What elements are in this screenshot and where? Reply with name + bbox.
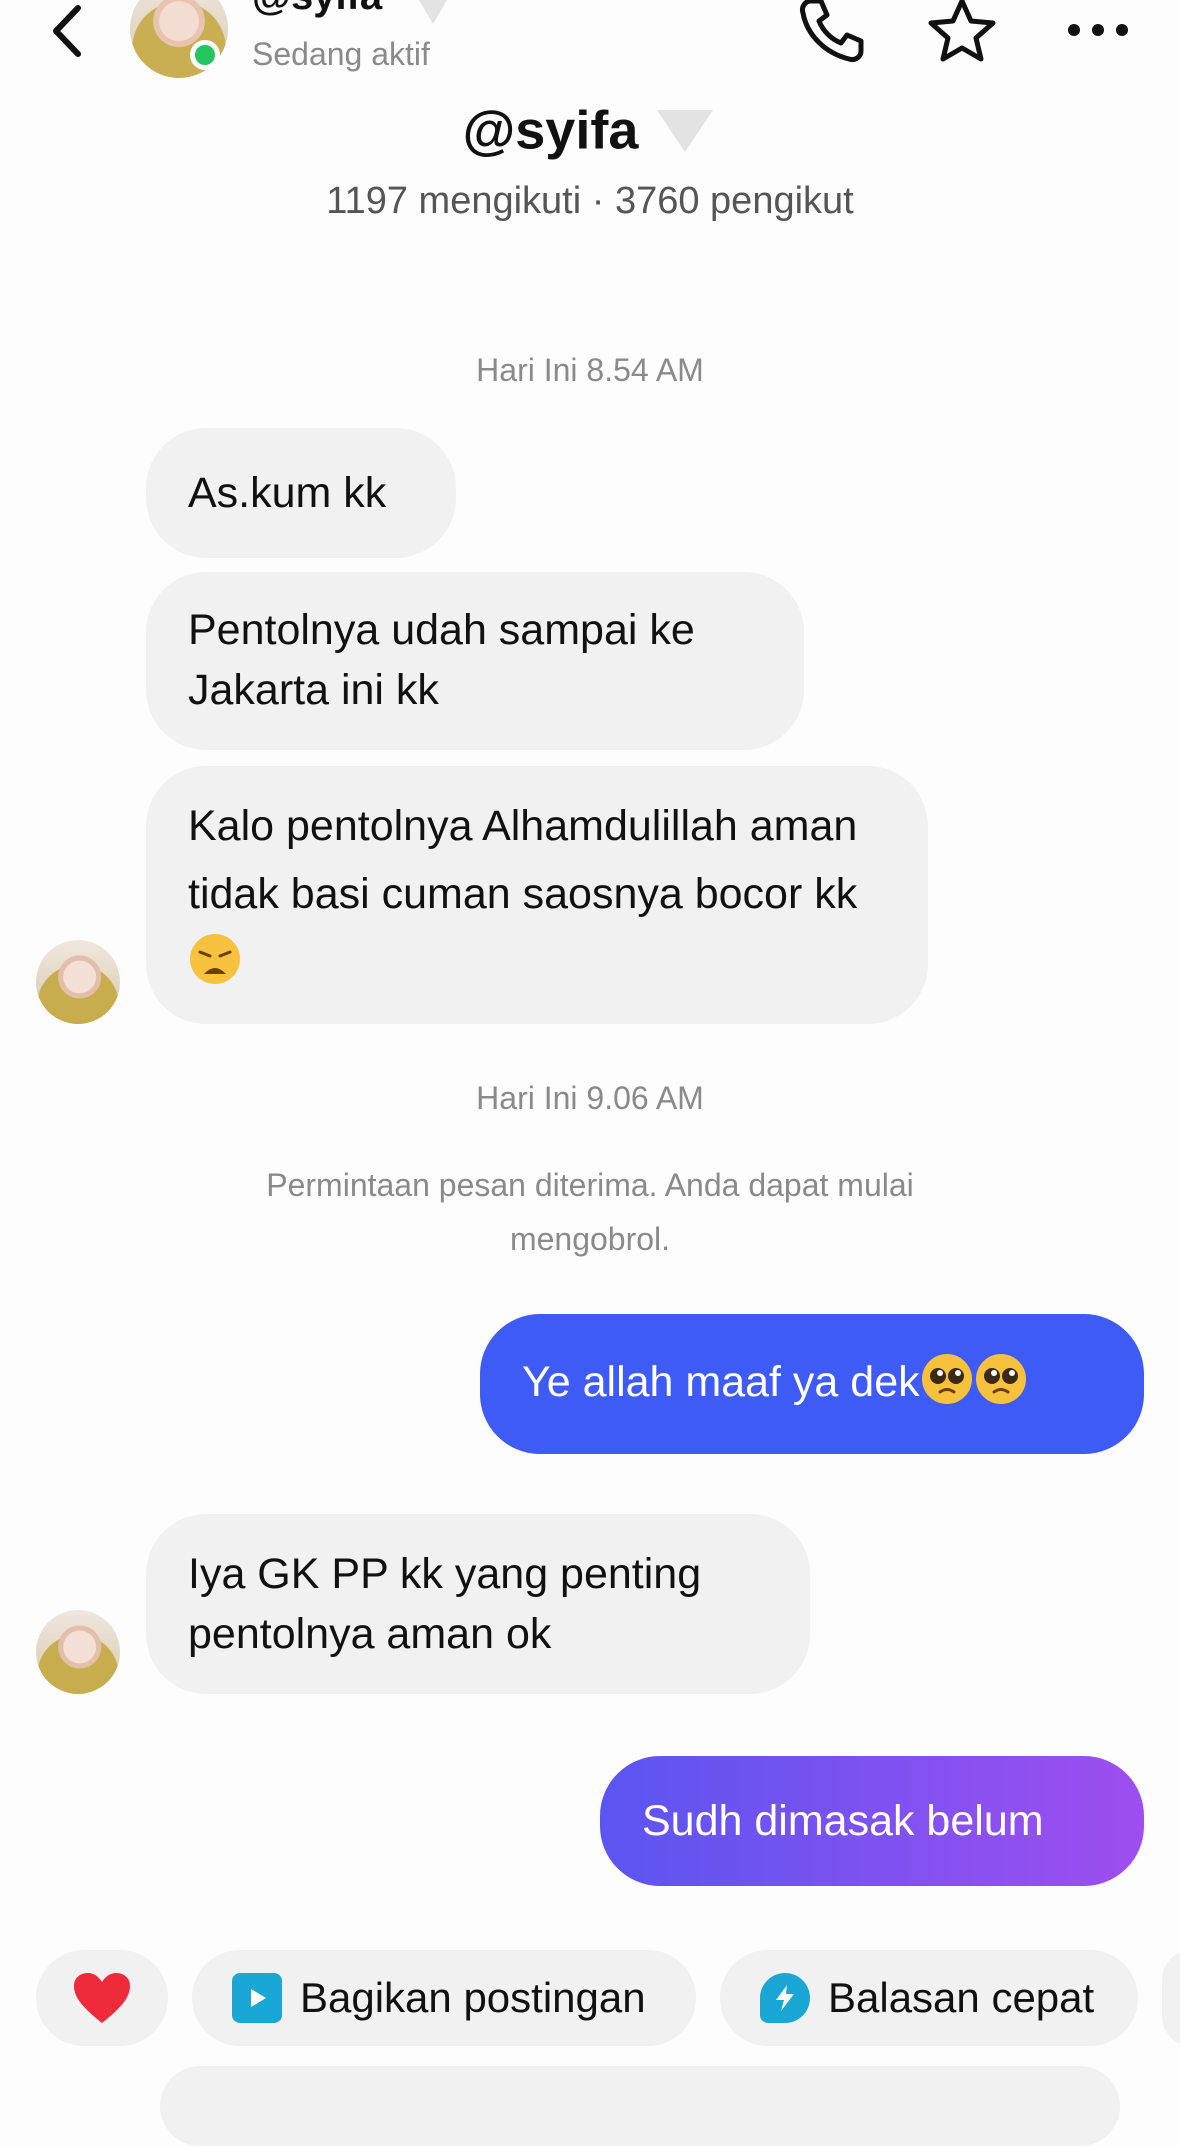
message-text: Iya GK PP kk yang penting pentolnya aman… [188,1550,702,1658]
request-accepted-note: Permintaan pesan diterima. Anda dapat mu… [266,1167,914,1257]
more-quick-actions-chip[interactable] [1162,1950,1180,2046]
profile-stats: 1197 mengikuti · 3760 pengikut [326,180,854,222]
play-square-icon [232,1973,282,2023]
active-status: Sedang aktif [252,36,430,72]
received-message[interactable]: Kalo pentolnya Alhamdulillah aman tidak … [146,766,928,1024]
call-button[interactable] [792,0,872,62]
message-input[interactable] [160,2066,1120,2146]
white-heart-icon [657,109,714,152]
pleading-face-emoji [921,1354,972,1404]
message-text: Sudh dimasak belum [642,1797,1044,1845]
profile-handle: @syifa [462,100,639,161]
sender-avatar[interactable] [36,1610,120,1694]
back-button[interactable] [44,0,92,62]
quick-reply-label: Balasan cepat [828,1974,1095,2021]
favorite-button[interactable] [922,0,1002,62]
sent-message[interactable]: Sudh dimasak belum [600,1756,1144,1886]
share-post-label: Bagikan postingan [300,1974,646,2021]
timestamp: Hari Ini 9.06 AM [476,1080,704,1116]
white-heart-icon [419,0,447,24]
lightning-icon [760,1973,810,2023]
received-message[interactable]: Pentolnya udah sampai ke Jakarta ini kk [146,572,804,750]
sent-message[interactable]: Ye allah maaf ya dek [480,1314,1144,1454]
share-post-button[interactable]: Bagikan postingan [192,1950,696,2046]
message-text: As.kum kk [188,469,387,517]
sender-avatar[interactable] [36,940,120,1024]
send-heart-button[interactable] [36,1950,168,2046]
received-message[interactable]: Iya GK PP kk yang penting pentolnya aman… [146,1514,810,1694]
pleading-face-emoji [975,1354,1026,1404]
message-text: Ye allah maaf ya dek [522,1358,920,1406]
back-icon [53,5,81,57]
more-icon [1068,24,1128,36]
online-indicator [190,40,220,70]
header-handle[interactable]: @syifa [252,0,382,19]
profile-name: @syifa [0,96,1180,162]
timestamp: Hari Ini 8.54 AM [476,352,704,388]
phone-icon [800,0,864,62]
star-icon [928,0,996,62]
weary-face-emoji [190,934,240,984]
message-text: Kalo pentolnya Alhamdulillah aman tidak … [188,802,858,918]
message-text: Pentolnya udah sampai ke Jakarta ini kk [188,606,695,714]
heart-icon [74,1973,130,2023]
more-button[interactable] [1060,0,1136,60]
received-message[interactable]: As.kum kk [146,428,456,558]
quick-reply-button[interactable]: Balasan cepat [720,1950,1138,2046]
